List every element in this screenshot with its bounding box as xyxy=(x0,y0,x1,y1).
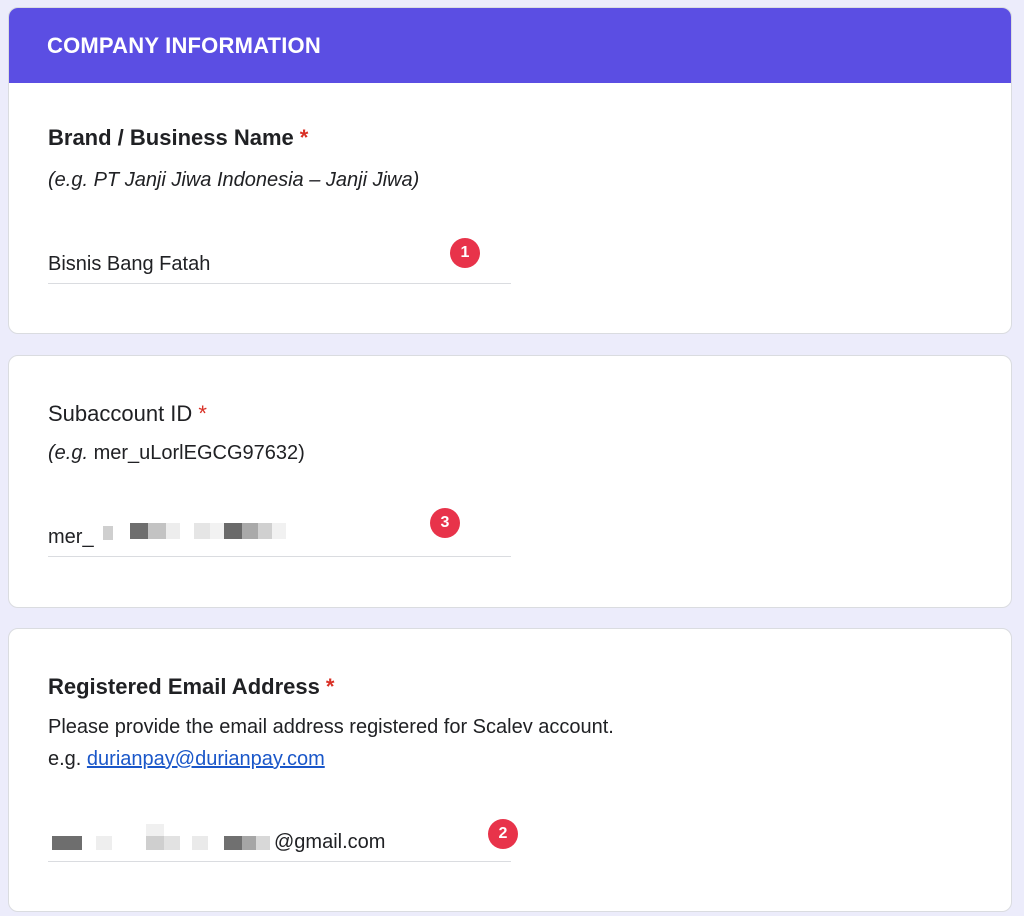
brand-name-label: Brand / Business Name * xyxy=(48,125,308,151)
brand-name-input[interactable]: Bisnis Bang Fatah xyxy=(48,246,511,284)
company-information-card: COMPANY INFORMATION Brand / Business Nam… xyxy=(8,7,1012,334)
brand-name-hint-text: (e.g. PT Janji Jiwa Indonesia – Janji Ji… xyxy=(48,169,420,191)
email-example-link[interactable]: durianpay@durianpay.com xyxy=(87,748,325,770)
subaccount-id-hint-example: mer_uLorlEGCG97632) xyxy=(88,442,305,464)
email-label-text: Registered Email Address xyxy=(48,674,320,699)
required-asterisk: * xyxy=(198,401,207,426)
subaccount-id-hint: (e.g. mer_uLorlEGCG97632) xyxy=(48,442,305,465)
email-value-suffix: @gmail.com xyxy=(274,831,386,853)
section-header: COMPANY INFORMATION xyxy=(9,8,1011,83)
email-input[interactable]: @gmail.com xyxy=(48,824,511,862)
email-example: e.g. durianpay@durianpay.com xyxy=(48,748,325,771)
brand-name-label-text: Brand / Business Name xyxy=(48,125,294,150)
section-title: COMPANY INFORMATION xyxy=(47,33,321,58)
step-badge-3: 3 xyxy=(430,508,460,538)
email-description: Please provide the email address registe… xyxy=(48,716,614,738)
subaccount-id-label-text: Subaccount ID xyxy=(48,401,193,426)
step-badge-1: 1 xyxy=(450,238,480,268)
email-example-prefix: e.g. xyxy=(48,748,87,770)
subaccount-id-label: Subaccount ID * xyxy=(48,401,207,427)
subaccount-id-value-prefix: mer_ xyxy=(48,526,94,548)
required-asterisk: * xyxy=(299,125,309,150)
registered-email-card: Registered Email Address * Please provide… xyxy=(8,628,1012,912)
required-asterisk: * xyxy=(325,674,335,699)
brand-name-value: Bisnis Bang Fatah xyxy=(48,253,211,275)
subaccount-id-card: Subaccount ID * (e.g. mer_uLorlEGCG97632)… xyxy=(8,355,1012,608)
brand-name-hint: (e.g. PT Janji Jiwa Indonesia – Janji Ji… xyxy=(48,169,419,192)
step-badge-2: 2 xyxy=(488,819,518,849)
subaccount-id-hint-italic: (e.g. xyxy=(48,442,89,464)
email-label: Registered Email Address * xyxy=(48,674,334,700)
